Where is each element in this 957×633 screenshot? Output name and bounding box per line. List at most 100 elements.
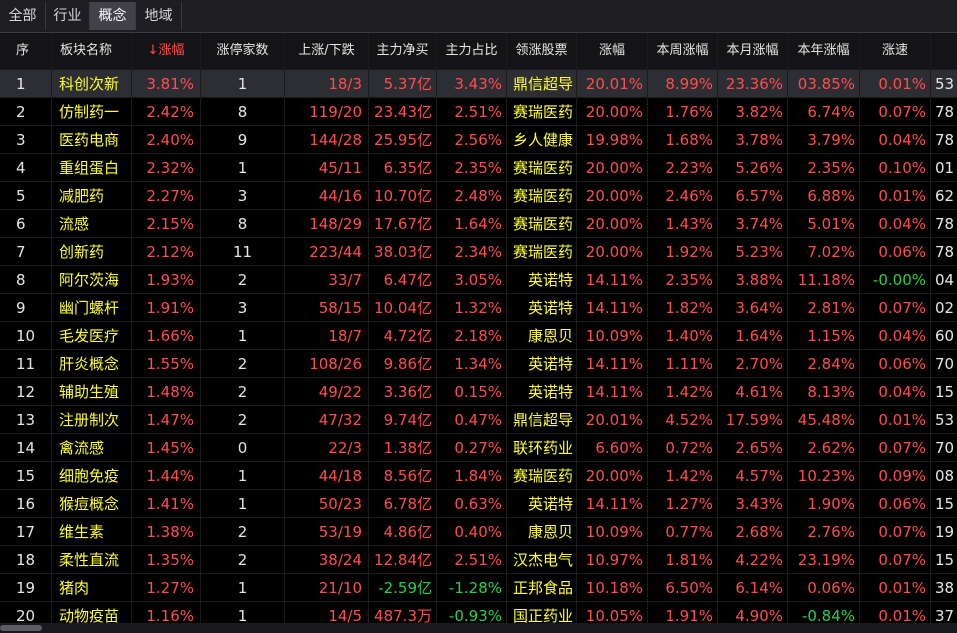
table-row[interactable]: 11 肝炎概念 1.55% 2 108/26 9.86亿 1.34% 英诺特 14.11% 1.1…: [0, 349, 957, 378]
scrollbar-thumb[interactable]: [0, 625, 42, 631]
speed: 0.06%: [860, 238, 931, 266]
year-change: 2.35%: [788, 154, 860, 182]
sector-name: 幽门螺杆: [52, 294, 132, 322]
week-change: 1.27%: [648, 490, 718, 518]
leading-stock: 赛瑞医药: [507, 182, 577, 210]
row-seq: 8: [0, 266, 52, 294]
overflow-col: 78: [935, 103, 955, 121]
up-down-count: 44/16: [285, 182, 369, 210]
tab-all[interactable]: 全部: [0, 2, 46, 30]
week-change: 1.42%: [648, 462, 718, 490]
header-year-change[interactable]: 本年涨幅: [788, 33, 860, 69]
table-row[interactable]: 1 科创次新 3.81% 1 18/3 5.37亿 3.43% 鼎信超导 20.01% 8.99%…: [0, 69, 957, 98]
leading-stock: 鼎信超导: [507, 70, 577, 98]
limit-up-count: 1: [201, 70, 285, 98]
table-row[interactable]: 16 猴痘概念 1.41% 1 50/23 6.78亿 0.63% 英诺特 14.11% 1.27…: [0, 489, 957, 518]
table-row[interactable]: 18 柔性直流 1.35% 2 38/24 12.84亿 2.51% 汉杰电气 10.97% 1.…: [0, 545, 957, 574]
table-row[interactable]: 14 禽流感 1.45% 0 22/3 1.38亿 0.27% 联环药业 6.60% 0.72% 2…: [0, 433, 957, 462]
table-row[interactable]: 10 毛发医疗 1.66% 1 18/7 4.72亿 2.18% 康恩贝 10.09% 1.40%…: [0, 321, 957, 350]
month-change: 6.57%: [718, 182, 788, 210]
table-row[interactable]: 15 细胞免疫 1.44% 1 44/18 8.56亿 1.84% 赛瑞医药 20.00% 1.4…: [0, 461, 957, 490]
header-main-net[interactable]: 主力净买: [369, 33, 437, 69]
header-change-sorted[interactable]: ↓涨幅: [132, 33, 201, 69]
sector-change: 1.47%: [132, 406, 201, 434]
header-week-change[interactable]: 本周涨幅: [648, 33, 718, 69]
week-change: 4.52%: [648, 406, 718, 434]
speed: 0.07%: [860, 98, 931, 126]
header-speed[interactable]: 涨速: [860, 33, 931, 69]
main-net-buy: 1.38亿: [369, 434, 437, 462]
leading-change: 20.00%: [577, 462, 648, 490]
limit-up-count: 2: [201, 546, 285, 574]
leading-stock: 正邦食品: [507, 574, 577, 602]
month-change: 3.64%: [718, 294, 788, 322]
header-up-down[interactable]: 上涨/下跌: [285, 33, 369, 69]
row-seq: 12: [0, 378, 52, 406]
sector-change: 2.42%: [132, 98, 201, 126]
tab-region[interactable]: 地域: [136, 2, 182, 30]
tab-concept[interactable]: 概念: [90, 2, 136, 30]
main-net-buy: 9.74亿: [369, 406, 437, 434]
header-limit-up[interactable]: 涨停家数: [201, 33, 285, 69]
header-main-ratio[interactable]: 主力占比: [437, 33, 507, 69]
table-row[interactable]: 6 流感 2.15% 8 148/29 17.67亿 1.64% 赛瑞医药 20.00% 1.43…: [0, 209, 957, 238]
speed: 0.09%: [860, 462, 931, 490]
overflow-col: 70: [935, 355, 955, 373]
table-row[interactable]: 4 重组蛋白 2.32% 1 45/11 6.35亿 2.35% 赛瑞医药 20.00% 2.23…: [0, 153, 957, 182]
overflow-col: 53: [935, 75, 955, 93]
sector-name: 注册制次: [52, 406, 132, 434]
tab-industry[interactable]: 行业: [46, 2, 90, 30]
table-row[interactable]: 2 仿制药一 2.42% 8 119/20 23.43亿 2.51% 赛瑞医药 20.00% 1.…: [0, 97, 957, 126]
limit-up-count: 1: [201, 322, 285, 350]
table-row[interactable]: 13 注册制次 1.47% 2 47/32 9.74亿 0.47% 鼎信超导 20.01% 4.5…: [0, 405, 957, 434]
main-ratio: 2.51%: [437, 98, 507, 126]
table-row[interactable]: 7 创新药 2.12% 11 223/44 38.03亿 2.34% 赛瑞医药 20.00% 1.…: [0, 237, 957, 266]
leading-stock: 康恩贝: [507, 518, 577, 546]
sector-change: 1.55%: [132, 350, 201, 378]
month-change: 4.90%: [718, 602, 788, 623]
header-leading-stock[interactable]: 领涨股票: [507, 33, 577, 69]
header-seq[interactable]: 序: [0, 33, 52, 69]
year-change: 2.76%: [788, 518, 860, 546]
table-row[interactable]: 20 动物疫苗 1.16% 1 14/5 487.3万 -0.93% 国正药业 10.05% 1.…: [0, 601, 957, 623]
overflow-col: 53: [935, 411, 955, 429]
main-net-buy: 10.70亿: [369, 182, 437, 210]
table-row[interactable]: 9 幽门螺杆 1.91% 3 58/15 10.04亿 1.32% 英诺特 14.11% 1.82…: [0, 293, 957, 322]
up-down-count: 47/32: [285, 406, 369, 434]
overflow-col: 15: [935, 551, 955, 569]
up-down-count: 50/23: [285, 490, 369, 518]
table-row[interactable]: 19 猪肉 1.27% 1 21/10 -2.59亿 -1.28% 正邦食品 10.18% 6.5…: [0, 573, 957, 602]
sector-change: 2.12%: [132, 238, 201, 266]
sector-change: 1.66%: [132, 322, 201, 350]
sector-name: 医药电商: [52, 126, 132, 154]
sector-name: 肝炎概念: [52, 350, 132, 378]
sector-change: 1.93%: [132, 266, 201, 294]
week-change: 2.35%: [648, 266, 718, 294]
up-down-count: 58/15: [285, 294, 369, 322]
table-row[interactable]: 17 维生素 1.38% 2 53/19 4.86亿 0.40% 康恩贝 10.09% 0.77%…: [0, 517, 957, 546]
overflow-col: 02: [935, 299, 955, 317]
leading-change: 14.11%: [577, 490, 648, 518]
horizontal-scrollbar[interactable]: [0, 623, 957, 633]
leading-stock: 鼎信超导: [507, 406, 577, 434]
month-change: 17.59%: [718, 406, 788, 434]
table-row[interactable]: 3 医药电商 2.40% 9 144/28 25.95亿 2.56% 乡人健康 19.98% 1.…: [0, 125, 957, 154]
table-row[interactable]: 12 辅助生殖 1.48% 2 49/22 3.36亿 0.15% 英诺特 14.11% 1.42…: [0, 377, 957, 406]
row-seq: 4: [0, 154, 52, 182]
table-row[interactable]: 8 阿尔茨海 1.93% 2 33/7 6.47亿 3.05% 英诺特 14.11% 2.35% 3…: [0, 265, 957, 294]
header-leading-change[interactable]: 涨幅: [577, 33, 648, 69]
main-ratio: 1.32%: [437, 294, 507, 322]
limit-up-count: 9: [201, 126, 285, 154]
speed: 0.07%: [860, 434, 931, 462]
year-change: -0.84%: [788, 602, 860, 623]
main-net-buy: 6.35亿: [369, 154, 437, 182]
leading-change: 20.00%: [577, 154, 648, 182]
main-net-buy: 487.3万: [369, 602, 437, 623]
sector-name: 柔性直流: [52, 546, 132, 574]
speed: 0.07%: [860, 546, 931, 574]
header-name[interactable]: 板块名称: [52, 33, 132, 69]
week-change: 1.68%: [648, 126, 718, 154]
main-net-buy: -2.59亿: [369, 574, 437, 602]
table-row[interactable]: 5 减肥药 2.27% 3 44/16 10.70亿 2.48% 赛瑞医药 20.00% 2.46…: [0, 181, 957, 210]
header-month-change[interactable]: 本月涨幅: [718, 33, 788, 69]
